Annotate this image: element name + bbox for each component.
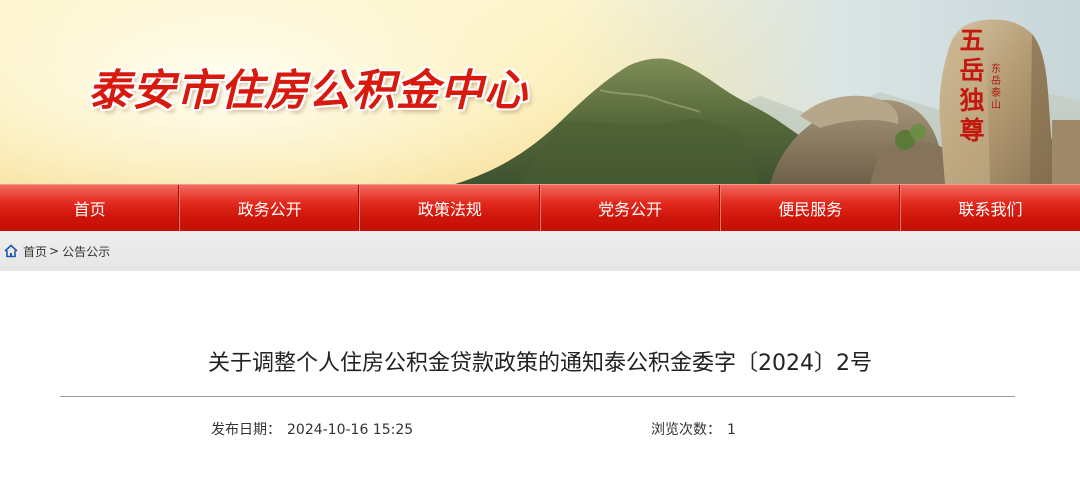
breadcrumb-home-link[interactable]: 首页	[23, 243, 47, 260]
nav-item-contact[interactable]: 联系我们	[901, 185, 1080, 231]
article-title: 关于调整个人住房公积金贷款政策的通知泰公积金委字〔2024〕2号	[208, 351, 872, 376]
inscription-char: 岳	[959, 56, 985, 85]
site-banner: 泰安市住房公积金中心 五 岳 独 尊 东岳泰山	[0, 0, 1080, 184]
breadcrumb-current-link[interactable]: 公告公示	[62, 243, 110, 260]
view-count-value: 1	[727, 422, 736, 438]
main-nav: 首页 政务公开 政策法规 党务公开 便民服务 联系我们	[0, 184, 1080, 231]
home-icon	[4, 244, 18, 258]
publish-date: 发布日期： 2024-10-16 15:25	[211, 419, 413, 439]
breadcrumb: 首页 > 公告公示	[0, 231, 1080, 271]
view-count-label: 浏览次数：	[651, 422, 721, 438]
inscription-char: 尊	[959, 116, 985, 145]
nav-item-services[interactable]: 便民服务	[721, 185, 901, 231]
site-title: 泰安市住房公积金中心	[88, 66, 528, 116]
rock-side-text: 东岳泰山	[991, 64, 1001, 111]
inscription-char: 五	[959, 26, 985, 55]
title-divider	[60, 396, 1015, 397]
view-count: 浏览次数： 1	[651, 419, 736, 439]
rock-inscription: 五 岳 独 尊	[957, 26, 987, 146]
publish-date-label: 发布日期：	[211, 422, 281, 438]
publish-date-value: 2024-10-16 15:25	[287, 422, 414, 438]
breadcrumb-separator: >	[49, 244, 60, 258]
nav-item-government-affairs[interactable]: 政务公开	[180, 185, 361, 231]
inscription-char: 独	[959, 86, 985, 115]
nav-item-policies[interactable]: 政策法规	[360, 185, 541, 231]
nav-item-home[interactable]: 首页	[0, 185, 181, 231]
nav-item-party-affairs[interactable]: 党务公开	[541, 185, 721, 231]
